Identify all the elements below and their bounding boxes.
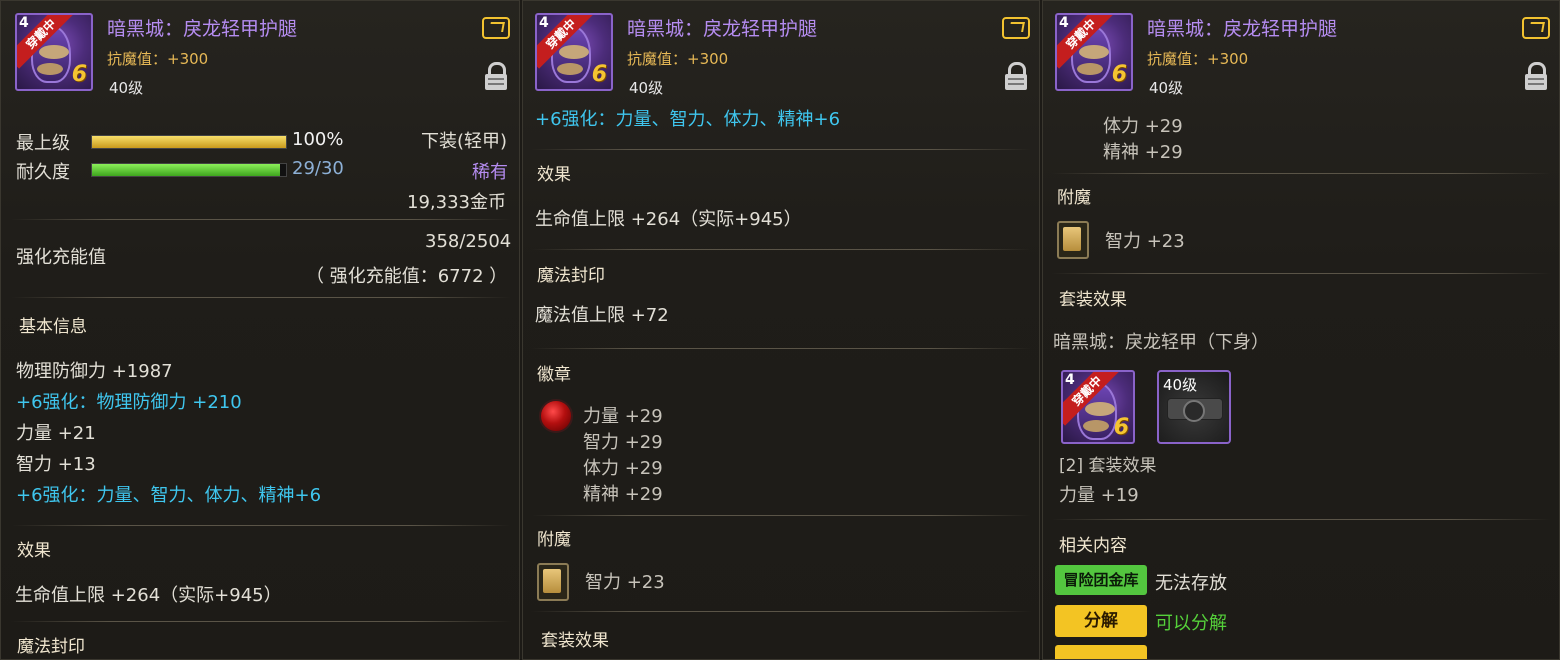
emblem-stat: 力量 +29	[583, 406, 663, 427]
emblem-stat: 体力 +29	[583, 458, 663, 479]
divider	[1051, 519, 1551, 520]
seal-value: 魔法值上限 +72	[535, 305, 669, 326]
divider	[11, 219, 511, 220]
divider	[531, 149, 1031, 150]
lock-icon[interactable]	[485, 62, 507, 90]
enchant-title: 附魔	[537, 530, 571, 550]
item-name: 暗黑城：戾龙轻甲护腿	[1147, 18, 1338, 40]
share-icon[interactable]	[1002, 17, 1030, 39]
emblem-stat: 体力 +29	[1103, 116, 1183, 137]
price: 19,333金币	[407, 192, 506, 213]
seal-title: 魔法封印	[17, 637, 85, 657]
item-name: 暗黑城：戾龙轻甲护腿	[627, 18, 818, 40]
share-icon[interactable]	[482, 17, 510, 39]
divider	[531, 249, 1031, 250]
item-icon: 4 穿戴中 6	[535, 13, 613, 91]
effect-title: 效果	[537, 165, 571, 185]
icon-level-digit: 4	[1065, 372, 1075, 388]
durability-bar	[91, 163, 287, 177]
divider	[1051, 273, 1551, 274]
grade-value: 100%	[292, 129, 344, 150]
grade-bar	[91, 135, 287, 149]
next-button-partial[interactable]	[1055, 645, 1147, 659]
durability-label: 耐久度	[16, 162, 70, 183]
item-level: 40级	[1149, 79, 1184, 97]
enchant-title: 附魔	[1057, 188, 1091, 208]
divider	[531, 611, 1031, 612]
stat-line: 力量 +21	[16, 423, 96, 444]
stat-line: 物理防御力 +1987	[16, 361, 173, 382]
disassemble-status: 可以分解	[1155, 613, 1227, 634]
set-bonus-value: 力量 +19	[1059, 485, 1139, 506]
enhance-level-badge: 6	[1111, 62, 1127, 87]
item-tooltip-panel-2: 4 穿戴中 6 暗黑城：戾龙轻甲护腿 抗魔值：+300 40级 +6强化：力量、…	[522, 0, 1040, 660]
set-item-icon[interactable]: 4 穿戴中 6	[1061, 370, 1135, 444]
stat-line: 智力 +13	[16, 454, 96, 475]
grade-label: 最上级	[16, 133, 70, 154]
effect-hp: 生命值上限 +264（实际+945）	[15, 585, 282, 606]
red-emblem-icon	[539, 399, 573, 433]
lock-icon[interactable]	[1525, 62, 1547, 90]
set-title: 套装效果	[1059, 290, 1127, 310]
item-level: 40级	[109, 79, 144, 97]
item-icon: 4 穿戴中 6	[15, 13, 93, 91]
emblem-stat: 精神 +29	[1103, 142, 1183, 163]
stat-line: +6强化：力量、智力、体力、精神+6	[16, 485, 322, 506]
adventure-vault-button[interactable]: 冒险团金库	[1055, 565, 1147, 595]
magic-resist: 抗魔值：+300	[1147, 50, 1249, 68]
durability-value: 29/30	[292, 158, 344, 179]
icon-level-digit: 4	[539, 15, 549, 31]
enhance-line: +6强化：力量、智力、体力、精神+6	[535, 109, 841, 130]
emblem-stat: 精神 +29	[583, 484, 663, 505]
enchant-value: 智力 +23	[585, 572, 665, 593]
divider	[11, 297, 511, 298]
slot-type: 下装(轻甲)	[421, 131, 508, 152]
basic-info-title: 基本信息	[19, 317, 87, 337]
effect-hp: 生命值上限 +264（实际+945）	[535, 209, 802, 230]
icon-level-digit: 4	[1059, 15, 1069, 31]
item-tooltip-panel-1: 4 穿戴中 6 暗黑城：戾龙轻甲护腿 抗魔值：+300 40级 最上级 100%…	[0, 0, 520, 660]
set-item-level: 40级	[1163, 376, 1198, 394]
seal-title: 魔法封印	[537, 266, 605, 286]
item-name: 暗黑城：戾龙轻甲护腿	[107, 18, 298, 40]
disassemble-button[interactable]: 分解	[1055, 605, 1147, 637]
icon-level-digit: 4	[19, 15, 29, 31]
stat-line: +6强化：物理防御力 +210	[16, 392, 242, 413]
enhance-level-badge: 6	[591, 62, 607, 87]
enhance-level-badge: 6	[71, 62, 87, 87]
item-level: 40级	[629, 79, 664, 97]
rarity: 稀有	[472, 162, 508, 183]
charge-label: 强化充能值	[16, 247, 106, 268]
emblem-title: 徽章	[537, 365, 571, 385]
item-icon: 4 穿戴中 6	[1055, 13, 1133, 91]
share-icon[interactable]	[1522, 17, 1550, 39]
related-title: 相关内容	[1059, 536, 1127, 556]
charge-value: 358/2504	[425, 231, 512, 252]
divider	[11, 525, 511, 526]
magic-resist: 抗魔值：+300	[107, 50, 209, 68]
enchant-value: 智力 +23	[1105, 231, 1185, 252]
set-bonus-title: [2] 套装效果	[1059, 456, 1157, 476]
enhance-level-badge: 6	[1113, 415, 1129, 440]
divider	[1051, 173, 1551, 174]
set-title: 套装效果	[541, 631, 609, 651]
divider	[11, 621, 511, 622]
emblem-stat: 智力 +29	[583, 432, 663, 453]
belt-icon[interactable]: 40级	[1157, 370, 1231, 444]
set-name: 暗黑城：戾龙轻甲（下身）	[1053, 332, 1269, 353]
divider	[531, 515, 1031, 516]
divider	[531, 348, 1031, 349]
vault-status: 无法存放	[1155, 573, 1227, 594]
effect-title: 效果	[17, 541, 51, 561]
magic-resist: 抗魔值：+300	[627, 50, 729, 68]
enchant-card-icon	[537, 563, 569, 601]
enchant-card-icon	[1057, 221, 1089, 259]
lock-icon[interactable]	[1005, 62, 1027, 90]
charge-total: （ 强化充能值：6772 ）	[306, 266, 508, 287]
item-tooltip-panel-3: 4 穿戴中 6 暗黑城：戾龙轻甲护腿 抗魔值：+300 40级 体力 +29 精…	[1042, 0, 1560, 660]
